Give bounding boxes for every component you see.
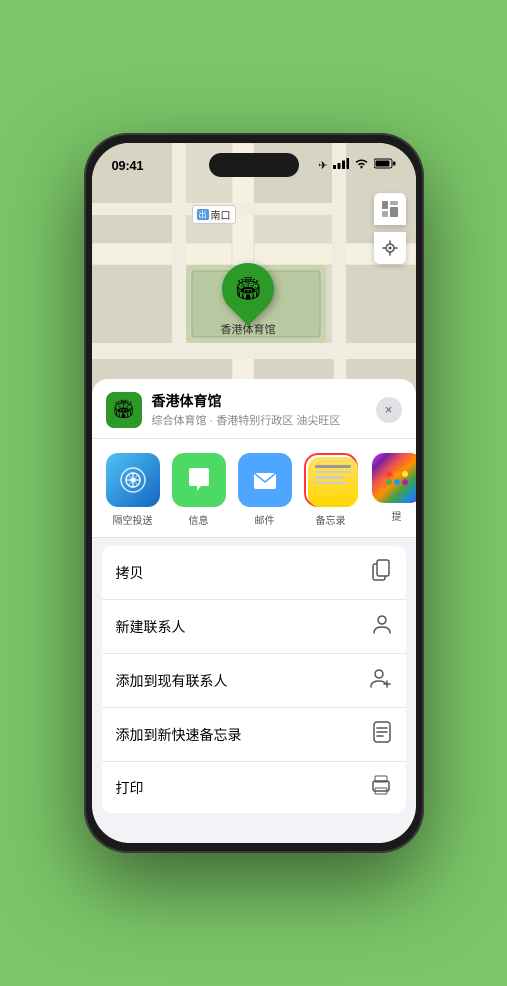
share-item-message[interactable]: 信息 xyxy=(172,453,226,527)
more-icon xyxy=(372,453,416,503)
nankou-text: 南口 xyxy=(211,207,231,222)
action-print[interactable]: 打印 xyxy=(102,762,406,813)
map-type-button[interactable] xyxy=(374,193,406,225)
share-label-message: 信息 xyxy=(189,512,209,527)
share-label-notes: 备忘录 xyxy=(316,512,346,527)
share-label-mail: 邮件 xyxy=(255,512,275,527)
venue-subtitle: 综合体育馆 · 香港特别行政区 油尖旺区 xyxy=(152,412,366,428)
action-new-contact[interactable]: 新建联系人 xyxy=(102,600,406,654)
action-quick-note-label: 添加到新快速备忘录 xyxy=(116,725,242,745)
share-row: 隔空投送 信息 xyxy=(92,439,416,538)
airdrop-icon xyxy=(106,453,160,507)
stadium-icon: 🏟 xyxy=(234,276,262,302)
battery-icon xyxy=(374,158,396,172)
location-button[interactable] xyxy=(374,232,406,264)
wifi-icon xyxy=(354,158,369,172)
nankou-badge: 出 xyxy=(197,209,209,220)
share-item-notes[interactable]: 备忘录 xyxy=(304,453,358,527)
print-icon xyxy=(370,775,392,800)
share-item-airdrop[interactable]: 隔空投送 xyxy=(106,453,160,527)
sheet-header: 🏟 香港体育馆 综合体育馆 · 香港特别行政区 油尖旺区 × xyxy=(92,379,416,439)
share-item-more[interactable]: 提 xyxy=(370,453,416,527)
share-item-mail[interactable]: 邮件 xyxy=(238,453,292,527)
share-label-airdrop: 隔空投送 xyxy=(113,512,153,527)
venue-name: 香港体育馆 xyxy=(152,391,366,411)
action-new-contact-label: 新建联系人 xyxy=(116,617,186,637)
action-quick-note[interactable]: 添加到新快速备忘录 xyxy=(102,708,406,762)
signal-icon xyxy=(333,158,349,172)
venue-icon: 🏟 xyxy=(106,392,142,428)
notes-icon xyxy=(308,457,358,507)
bottom-sheet: 🏟 香港体育馆 综合体育馆 · 香港特别行政区 油尖旺区 × xyxy=(92,379,416,843)
location-icon: ✈ xyxy=(318,159,327,172)
status-icons: ✈ xyxy=(318,158,395,172)
mail-icon xyxy=(238,453,292,507)
copy-icon xyxy=(372,559,392,586)
venue-info: 香港体育馆 综合体育馆 · 香港特别行政区 油尖旺区 xyxy=(152,391,366,428)
dynamic-island xyxy=(209,153,299,177)
person-add-icon xyxy=(370,667,392,694)
action-list: 拷贝 新建联系人 xyxy=(102,546,406,813)
location-pin: 🏟 香港体育馆 xyxy=(221,263,276,337)
phone-frame: 09:41 ✈ xyxy=(84,133,424,853)
message-icon xyxy=(172,453,226,507)
status-time: 09:41 xyxy=(112,158,144,173)
pin-circle-icon: 🏟 xyxy=(211,252,285,326)
map-label-nankou: 出 南口 xyxy=(192,205,236,224)
action-add-existing-label: 添加到现有联系人 xyxy=(116,671,228,691)
notes-icon-wrap xyxy=(304,453,358,507)
phone-screen: 09:41 ✈ xyxy=(92,143,416,843)
note-icon xyxy=(372,721,392,748)
share-label-more: 提 xyxy=(392,508,402,523)
action-copy[interactable]: 拷贝 xyxy=(102,546,406,600)
action-copy-label: 拷贝 xyxy=(116,563,144,583)
action-add-existing[interactable]: 添加到现有联系人 xyxy=(102,654,406,708)
person-icon xyxy=(372,613,392,640)
close-button[interactable]: × xyxy=(376,397,402,423)
map-controls xyxy=(374,193,406,264)
sheet-bottom-spacer xyxy=(92,813,416,843)
action-print-label: 打印 xyxy=(116,778,144,798)
